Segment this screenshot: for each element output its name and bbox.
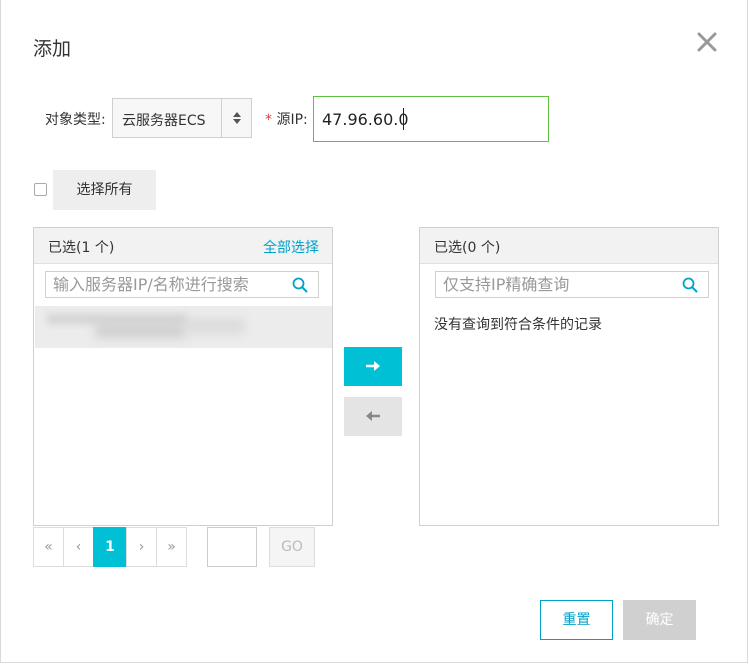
right-panel-title: 已选(0 个) <box>434 240 501 256</box>
required-mark: * <box>265 112 272 128</box>
selected-servers-panel: 已选(0 个) 没有查询到符合条件的记录 <box>419 227 719 526</box>
source-ip-field[interactable] <box>313 96 549 142</box>
select-all-button[interactable]: 选择所有 <box>53 170 156 210</box>
object-type-label: 对象类型: <box>45 112 106 128</box>
dialog-title: 添加 <box>33 38 72 60</box>
text-caret <box>403 108 404 130</box>
empty-message: 没有查询到符合条件的记录 <box>434 317 602 333</box>
redacted-text <box>95 324 185 338</box>
move-left-button[interactable] <box>344 397 402 436</box>
search-icon[interactable] <box>682 277 698 293</box>
prev-page-button[interactable]: ‹ <box>63 527 94 567</box>
left-search-box[interactable] <box>45 271 319 298</box>
left-search-input[interactable] <box>53 272 289 296</box>
page-number-input[interactable] <box>207 527 257 567</box>
move-right-button[interactable] <box>344 347 402 386</box>
select-all-checkbox[interactable] <box>34 183 47 196</box>
last-page-button[interactable]: » <box>156 527 187 567</box>
select-all-link[interactable]: 全部选择 <box>263 237 319 257</box>
source-ip-label: 源IP: <box>276 112 308 128</box>
pagination: « ‹ 1 › » <box>33 527 187 567</box>
object-type-select[interactable]: 云服务器ECS <box>112 98 252 138</box>
left-panel-header: 已选(1 个) 全部选择 <box>34 228 332 264</box>
redacted-text <box>185 318 245 334</box>
go-button[interactable]: GO <box>269 527 315 567</box>
left-panel-title: 已选(1 个) <box>48 240 115 256</box>
list-item[interactable] <box>35 306 332 348</box>
current-page-button[interactable]: 1 <box>93 527 127 567</box>
select-divider <box>221 99 222 137</box>
confirm-button[interactable]: 确定 <box>623 600 696 640</box>
right-panel-header: 已选(0 个) <box>420 228 718 264</box>
reset-button[interactable]: 重置 <box>540 600 613 640</box>
close-icon[interactable] <box>695 30 719 54</box>
sort-arrows-icon <box>231 110 243 126</box>
add-dialog: 添加 对象类型: 云服务器ECS * 源IP: 选择所有 已选(1 个) 全部选… <box>0 0 748 663</box>
search-icon[interactable] <box>292 277 308 293</box>
object-type-value: 云服务器ECS <box>122 113 206 129</box>
right-search-input[interactable] <box>443 272 679 296</box>
first-page-button[interactable]: « <box>33 527 64 567</box>
arrow-left-icon <box>366 411 380 421</box>
redacted-text <box>47 314 187 324</box>
next-page-button[interactable]: › <box>126 527 157 567</box>
available-servers-panel: 已选(1 个) 全部选择 <box>33 227 333 526</box>
source-ip-label-group: * 源IP: <box>265 109 308 129</box>
arrow-right-icon <box>366 361 380 371</box>
right-search-box[interactable] <box>435 271 709 298</box>
source-ip-input[interactable] <box>322 99 542 139</box>
